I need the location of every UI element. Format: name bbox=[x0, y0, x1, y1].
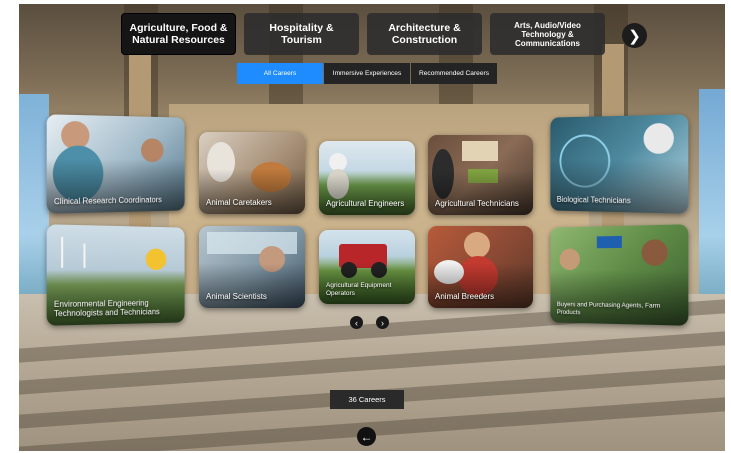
career-card[interactable]: Agricultural Engineers bbox=[319, 141, 415, 215]
category-tab-label: Hospitality & Tourism bbox=[269, 22, 334, 46]
career-card[interactable]: Clinical Research Coordinators bbox=[46, 114, 185, 214]
career-card[interactable]: Buyers and Purchasing Agents, Farm Produ… bbox=[550, 224, 689, 326]
career-card-label: Agricultural Engineers bbox=[326, 199, 405, 208]
subtab-label: Immersive Experiences bbox=[332, 70, 402, 77]
category-tab-label: Architecture & Construction bbox=[388, 22, 461, 46]
career-count-label: 36 Careers bbox=[348, 395, 386, 404]
category-tab-agriculture[interactable]: Agriculture, Food & Natural Resources bbox=[121, 13, 236, 55]
category-tab-architecture[interactable]: Architecture & Construction bbox=[367, 13, 482, 55]
career-card[interactable]: Animal Caretakers bbox=[199, 132, 305, 214]
category-tab-label: Arts, Audio/Video Technology & Communica… bbox=[514, 20, 581, 48]
chevron-right-icon: › bbox=[381, 317, 384, 328]
career-card-label: Buyers and Purchasing Agents, Farm Produ… bbox=[556, 301, 661, 316]
subtab-label: Recommended Careers bbox=[419, 70, 489, 77]
career-card-label: Animal Scientists bbox=[206, 292, 267, 301]
vr-career-room: Agriculture, Food & Natural Resources Ho… bbox=[19, 4, 725, 451]
career-card[interactable]: Animal Breeders bbox=[428, 226, 533, 308]
career-card-label: Environmental Engineering Technologists … bbox=[53, 298, 160, 319]
career-card[interactable]: Agricultural Equipment Operators bbox=[319, 230, 415, 304]
career-card-label: Animal Breeders bbox=[435, 292, 495, 301]
subtab-recommended-careers[interactable]: Recommended Careers bbox=[411, 63, 497, 84]
subtab-immersive-experiences[interactable]: Immersive Experiences bbox=[324, 63, 410, 84]
chevron-right-icon: ❯ bbox=[628, 27, 641, 45]
page-next-button[interactable]: › bbox=[376, 316, 389, 329]
arrow-left-icon: ← bbox=[360, 429, 373, 444]
career-card[interactable]: Environmental Engineering Technologists … bbox=[46, 224, 185, 326]
career-card[interactable]: Agricultural Technicians bbox=[428, 135, 533, 215]
subtab-all-careers[interactable]: All Careers bbox=[237, 63, 323, 84]
career-card-label: Animal Caretakers bbox=[206, 198, 272, 207]
back-button[interactable]: ← bbox=[357, 427, 376, 446]
career-count-badge: 36 Careers bbox=[330, 390, 404, 409]
page-prev-button[interactable]: ‹ bbox=[350, 316, 363, 329]
career-card[interactable]: Animal Scientists bbox=[199, 226, 305, 308]
category-tab-label: Agriculture, Food & Natural Resources bbox=[129, 22, 228, 46]
category-tab-arts[interactable]: Arts, Audio/Video Technology & Communica… bbox=[490, 13, 605, 55]
subtab-label: All Careers bbox=[263, 70, 297, 77]
category-tab-hospitality[interactable]: Hospitality & Tourism bbox=[244, 13, 359, 55]
career-card-label: Agricultural Equipment Operators bbox=[326, 282, 392, 297]
career-card[interactable]: Biological Technicians bbox=[550, 114, 689, 214]
category-next-button[interactable]: ❯ bbox=[622, 23, 647, 48]
career-card-label: Agricultural Technicians bbox=[435, 199, 519, 208]
chevron-left-icon: ‹ bbox=[355, 317, 358, 328]
